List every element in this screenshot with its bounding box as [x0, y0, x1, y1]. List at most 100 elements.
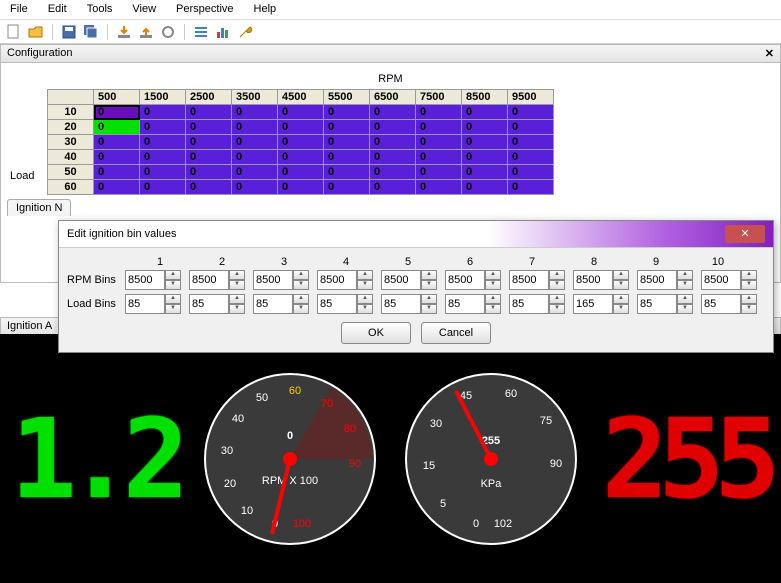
cell[interactable]: 0 — [508, 180, 554, 195]
rpm-bin-spinner[interactable]: ▲▼ — [317, 270, 377, 290]
cell[interactable]: 0 — [462, 165, 508, 180]
spin-down-icon[interactable]: ▼ — [165, 280, 181, 290]
rpm-bin-input[interactable] — [189, 270, 229, 290]
load-bin-spinner[interactable]: ▲▼ — [445, 294, 505, 314]
download-icon[interactable] — [116, 24, 132, 40]
rpm-bin-spinner[interactable]: ▲▼ — [573, 270, 633, 290]
settings-icon[interactable] — [193, 24, 209, 40]
cell[interactable]: 0 — [232, 165, 278, 180]
cell[interactable]: 0 — [370, 180, 416, 195]
cell[interactable]: 0 — [370, 105, 416, 120]
spin-up-icon[interactable]: ▲ — [293, 294, 309, 304]
spin-up-icon[interactable]: ▲ — [421, 294, 437, 304]
spin-down-icon[interactable]: ▼ — [229, 280, 245, 290]
spin-up-icon[interactable]: ▲ — [421, 270, 437, 280]
col-header[interactable]: 500 — [94, 90, 140, 105]
load-bin-input[interactable] — [189, 294, 229, 314]
cell[interactable]: 0 — [462, 150, 508, 165]
cell[interactable]: 0 — [324, 135, 370, 150]
menu-help[interactable]: Help — [244, 0, 287, 19]
rpm-bin-spinner[interactable]: ▲▼ — [381, 270, 441, 290]
cell[interactable]: 0 — [140, 150, 186, 165]
tab-ignition-n[interactable]: Ignition N — [7, 199, 71, 216]
spin-up-icon[interactable]: ▲ — [165, 294, 181, 304]
rpm-bin-input[interactable] — [253, 270, 293, 290]
load-bin-spinner[interactable]: ▲▼ — [509, 294, 569, 314]
cell[interactable]: 0 — [370, 150, 416, 165]
load-bin-spinner[interactable]: ▲▼ — [637, 294, 697, 314]
cell[interactable]: 0 — [416, 135, 462, 150]
cell[interactable]: 0 — [324, 165, 370, 180]
close-icon[interactable]: ✕ — [765, 47, 774, 60]
spin-up-icon[interactable]: ▲ — [485, 294, 501, 304]
load-bin-input[interactable] — [445, 294, 485, 314]
save-icon[interactable] — [61, 24, 77, 40]
spin-down-icon[interactable]: ▼ — [421, 280, 437, 290]
spin-up-icon[interactable]: ▲ — [613, 270, 629, 280]
spin-down-icon[interactable]: ▼ — [357, 280, 373, 290]
cell[interactable]: 0 — [140, 105, 186, 120]
cell[interactable]: 0 — [186, 165, 232, 180]
cell[interactable]: 0 — [186, 105, 232, 120]
rpm-bin-spinner[interactable]: ▲▼ — [701, 270, 761, 290]
spin-up-icon[interactable]: ▲ — [741, 294, 757, 304]
cell[interactable]: 0 — [94, 120, 140, 135]
spin-down-icon[interactable]: ▼ — [549, 280, 565, 290]
cell[interactable]: 0 — [508, 165, 554, 180]
row-header[interactable]: 10 — [48, 105, 94, 120]
spin-down-icon[interactable]: ▼ — [741, 304, 757, 314]
spin-down-icon[interactable]: ▼ — [613, 304, 629, 314]
load-bin-spinner[interactable]: ▲▼ — [317, 294, 377, 314]
cell[interactable]: 0 — [508, 105, 554, 120]
sync-icon[interactable] — [160, 24, 176, 40]
cell[interactable]: 0 — [370, 120, 416, 135]
load-bin-spinner[interactable]: ▲▼ — [381, 294, 441, 314]
load-bin-spinner[interactable]: ▲▼ — [189, 294, 249, 314]
col-header[interactable]: 9500 — [508, 90, 554, 105]
cell[interactable]: 0 — [278, 165, 324, 180]
chart-icon[interactable] — [215, 24, 231, 40]
cell[interactable]: 0 — [94, 135, 140, 150]
cell[interactable]: 0 — [278, 120, 324, 135]
spin-down-icon[interactable]: ▼ — [165, 304, 181, 314]
rpm-bin-input[interactable] — [637, 270, 677, 290]
rpm-bin-input[interactable] — [381, 270, 421, 290]
cell[interactable]: 0 — [278, 180, 324, 195]
rpm-bin-input[interactable] — [125, 270, 165, 290]
load-bin-spinner[interactable]: ▲▼ — [125, 294, 185, 314]
load-bin-input[interactable] — [573, 294, 613, 314]
cell[interactable]: 0 — [370, 165, 416, 180]
cell[interactable]: 0 — [324, 120, 370, 135]
cell[interactable]: 0 — [508, 150, 554, 165]
cell[interactable]: 0 — [186, 180, 232, 195]
rpm-bin-spinner[interactable]: ▲▼ — [189, 270, 249, 290]
col-header[interactable]: 5500 — [324, 90, 370, 105]
cell[interactable]: 0 — [324, 180, 370, 195]
spin-up-icon[interactable]: ▲ — [485, 270, 501, 280]
rpm-bin-input[interactable] — [573, 270, 613, 290]
cell[interactable]: 0 — [94, 150, 140, 165]
cell[interactable]: 0 — [416, 180, 462, 195]
spin-down-icon[interactable]: ▼ — [677, 304, 693, 314]
spin-up-icon[interactable]: ▲ — [293, 270, 309, 280]
spin-down-icon[interactable]: ▼ — [741, 280, 757, 290]
cell[interactable]: 0 — [140, 165, 186, 180]
spin-up-icon[interactable]: ▲ — [549, 294, 565, 304]
rpm-bin-input[interactable] — [445, 270, 485, 290]
rpm-bin-spinner[interactable]: ▲▼ — [509, 270, 569, 290]
new-icon[interactable] — [6, 24, 22, 40]
upload-icon[interactable] — [138, 24, 154, 40]
spin-down-icon[interactable]: ▼ — [357, 304, 373, 314]
menu-view[interactable]: View — [122, 0, 166, 19]
row-header[interactable]: 20 — [48, 120, 94, 135]
cell[interactable]: 0 — [462, 135, 508, 150]
close-icon[interactable]: ✕ — [725, 225, 765, 243]
spin-down-icon[interactable]: ▼ — [421, 304, 437, 314]
cell[interactable]: 0 — [140, 120, 186, 135]
load-bin-spinner[interactable]: ▲▼ — [573, 294, 633, 314]
spin-down-icon[interactable]: ▼ — [549, 304, 565, 314]
menu-perspective[interactable]: Perspective — [166, 0, 243, 19]
spin-up-icon[interactable]: ▲ — [677, 294, 693, 304]
spin-up-icon[interactable]: ▲ — [165, 270, 181, 280]
cell[interactable]: 0 — [324, 105, 370, 120]
